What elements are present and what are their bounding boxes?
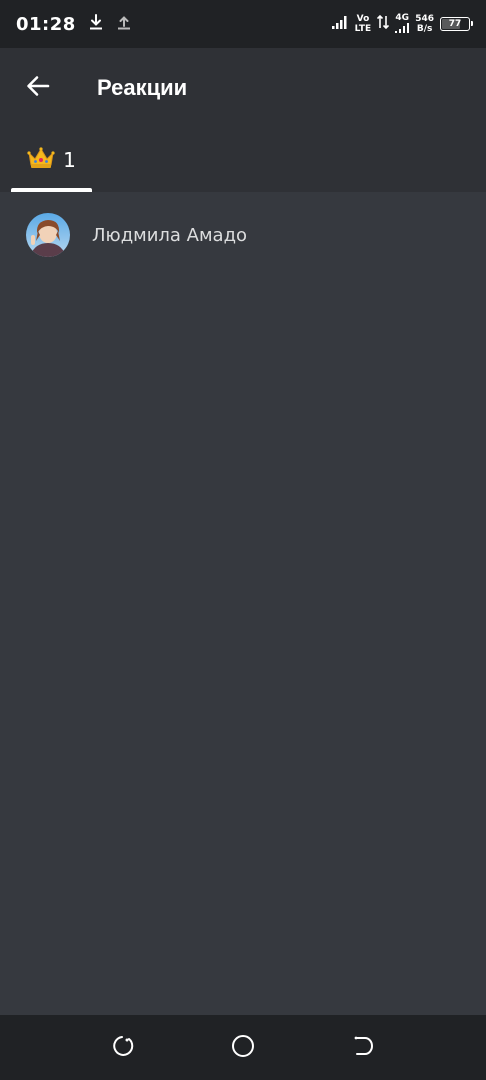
status-time: 01:28 xyxy=(16,13,76,35)
network-type: 4G xyxy=(395,13,410,36)
home-button[interactable] xyxy=(231,1034,255,1062)
network-speed: 546 B/s xyxy=(415,14,434,34)
battery-level: 77 xyxy=(448,19,462,29)
back-nav-icon xyxy=(352,1034,376,1062)
app-bar: Реакции xyxy=(0,48,486,128)
back-button[interactable] xyxy=(0,48,76,128)
crown-icon xyxy=(27,146,55,174)
tab-count: 1 xyxy=(63,148,76,172)
page-title: Реакции xyxy=(97,75,188,100)
status-bar: 01:28 Vo LTE 4G 546 B/s 77 xyxy=(0,0,486,48)
navigation-bar xyxy=(0,1015,486,1080)
back-nav-button[interactable] xyxy=(352,1036,376,1060)
tab-crown-reaction[interactable]: 1 xyxy=(11,128,92,192)
reactions-list: Людмила Амадо xyxy=(0,192,486,278)
reaction-tabs: 1 xyxy=(0,128,486,192)
signal-icon xyxy=(331,14,349,34)
user-name: Людмила Амадо xyxy=(92,224,248,246)
list-item[interactable]: Людмила Амадо xyxy=(0,192,486,278)
arrow-left-icon xyxy=(25,73,51,103)
home-icon xyxy=(231,1034,255,1062)
battery-icon: 77 xyxy=(440,17,473,31)
avatar xyxy=(26,213,70,257)
recent-apps-icon xyxy=(110,1034,134,1062)
volte-indicator: Vo LTE xyxy=(354,14,372,34)
recent-apps-button[interactable] xyxy=(110,1034,134,1062)
upload-icon xyxy=(116,13,132,35)
download-icon xyxy=(88,13,104,35)
data-activity-icon xyxy=(377,14,390,34)
